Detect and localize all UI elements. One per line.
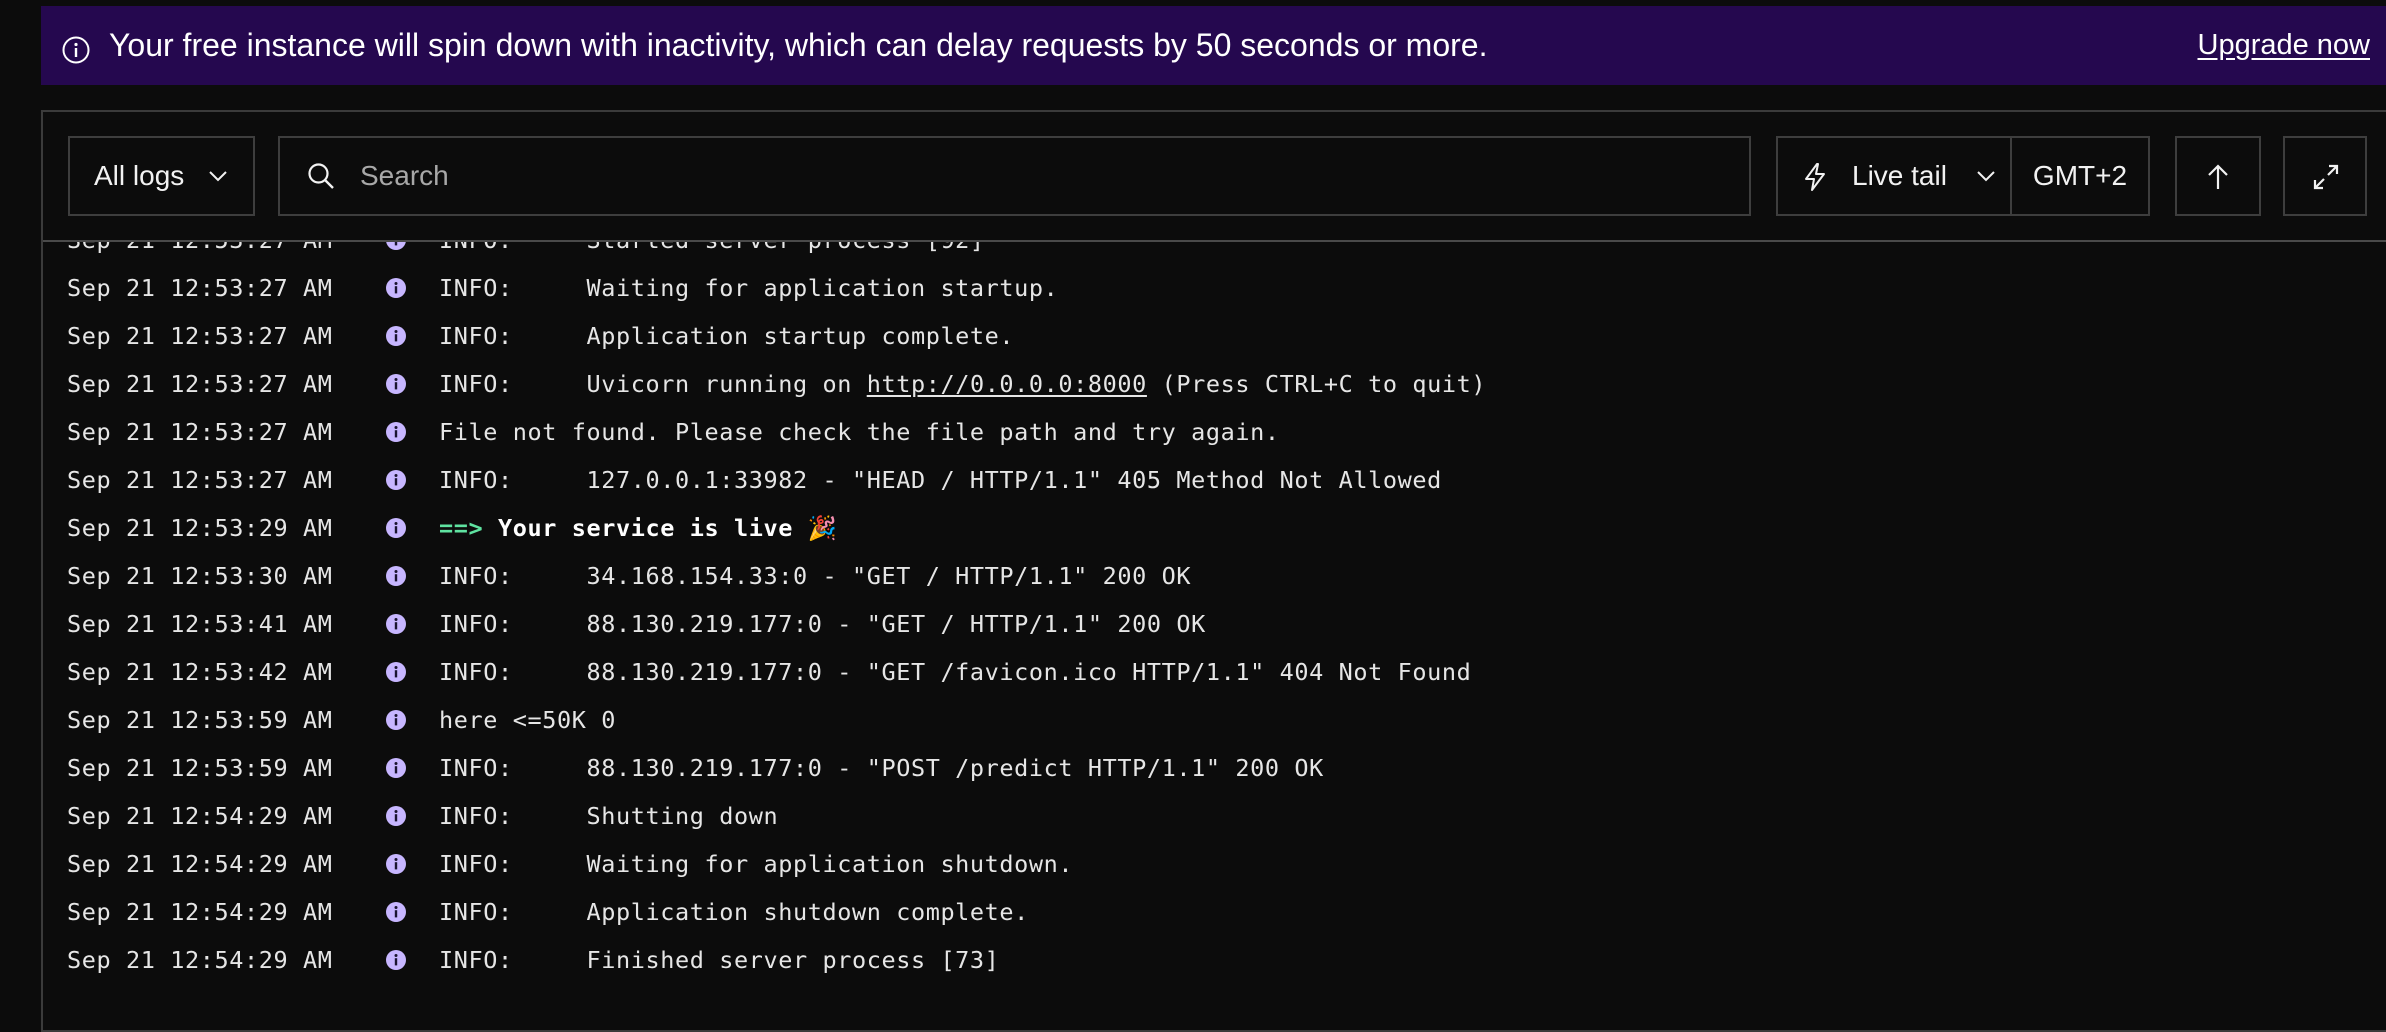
bolt-icon [1805, 163, 1825, 191]
log-timestamp: Sep 21 12:53:29 AM [67, 514, 333, 542]
info-level-icon [385, 661, 407, 683]
log-message: INFO: Finished server process [73] [439, 946, 1000, 974]
expand-icon [2313, 164, 2339, 190]
log-message: here <=50K 0 [439, 706, 616, 734]
info-level-icon [385, 421, 407, 443]
log-row: Sep 21 12:53:27 AM INFO: Uvicorn running … [67, 360, 2367, 408]
log-timestamp: Sep 21 12:53:59 AM [67, 706, 333, 734]
log-message: INFO: Started server process [92] [439, 242, 985, 264]
log-message-text: INFO: Uvicorn running on [439, 370, 867, 398]
log-row: Sep 21 12:54:29 AM INFO: Finished server … [67, 936, 2367, 984]
log-timestamp: Sep 21 12:53:41 AM [67, 610, 333, 638]
log-list[interactable]: Sep 21 12:53:27 AM INFO: Started server p… [43, 242, 2386, 1030]
log-message: INFO: Shutting down [439, 802, 779, 830]
search-box[interactable] [278, 136, 1751, 216]
upgrade-now-link[interactable]: Upgrade now [2198, 6, 2371, 85]
log-timestamp: Sep 21 12:54:29 AM [67, 850, 333, 878]
info-level-icon [385, 277, 407, 299]
info-level-icon [385, 325, 407, 347]
log-timestamp: Sep 21 12:54:29 AM [67, 898, 333, 926]
banner-message: Your free instance will spin down with i… [109, 27, 1488, 63]
info-icon [62, 36, 90, 64]
search-icon [308, 163, 334, 189]
log-message: File not found. Please check the file pa… [439, 418, 1280, 446]
log-message: ==> Your service is live 🎉 [439, 504, 838, 552]
info-level-icon [385, 517, 407, 539]
log-message: INFO: Waiting for application startup. [439, 274, 1059, 302]
info-level-icon [385, 242, 407, 251]
log-message: INFO: 88.130.219.177:0 - "GET /favicon.i… [439, 658, 1472, 686]
info-level-icon [385, 805, 407, 827]
log-message: INFO: 34.168.154.33:0 - "GET / HTTP/1.1"… [439, 562, 1192, 590]
info-level-icon [385, 853, 407, 875]
log-timestamp: Sep 21 12:53:27 AM [67, 322, 333, 350]
logs-panel: All logs Live tail GMT+ [41, 110, 2386, 1032]
live-tail-label: Live tail [1852, 160, 1947, 191]
log-message: INFO: Uvicorn running on http://0.0.0.0:… [439, 360, 1486, 408]
log-row: Sep 21 12:53:42 AM INFO: 88.130.219.177:0… [67, 648, 2367, 696]
log-row: Sep 21 12:53:30 AM INFO: 34.168.154.33:0 … [67, 552, 2367, 600]
log-filter-label: All logs [94, 160, 185, 191]
arrow-up-icon [2208, 164, 2228, 189]
log-row: Sep 21 12:53:41 AM INFO: 88.130.219.177:0… [67, 600, 2367, 648]
info-level-icon [385, 709, 407, 731]
info-level-icon [385, 901, 407, 923]
log-row: Sep 21 12:54:29 AM INFO: Shutting down [67, 792, 2367, 840]
logs-toolbar: All logs Live tail GMT+ [43, 112, 2386, 242]
log-message: INFO: Application startup complete. [439, 322, 1015, 350]
log-timestamp: Sep 21 12:54:29 AM [67, 802, 333, 830]
info-level-icon [385, 565, 407, 587]
log-message: INFO: 88.130.219.177:0 - "GET / HTTP/1.1… [439, 610, 1206, 638]
chevron-down-icon [1977, 171, 1995, 182]
log-row: Sep 21 12:53:59 AM here <=50K 0 [67, 696, 2367, 744]
service-live-message: Your service is live 🎉 [498, 514, 838, 542]
search-input[interactable] [360, 138, 1720, 214]
log-row: Sep 21 12:53:29 AM ==> Your service is li… [67, 504, 2367, 552]
log-row: Sep 21 12:53:27 AM File not found. Please… [67, 408, 2367, 456]
log-timestamp: Sep 21 12:53:59 AM [67, 754, 333, 782]
fullscreen-button[interactable] [2283, 136, 2367, 216]
log-filter-dropdown[interactable]: All logs [68, 136, 255, 216]
log-row: Sep 21 12:54:29 AM INFO: Waiting for appl… [67, 840, 2367, 888]
log-timestamp: Sep 21 12:53:42 AM [67, 658, 333, 686]
log-message: INFO: 88.130.219.177:0 - "POST /predict … [439, 754, 1324, 782]
timezone-button[interactable]: GMT+2 [2012, 138, 2148, 214]
live-tail-group: Live tail GMT+2 [1776, 136, 2150, 216]
log-row: Sep 21 12:53:27 AM INFO: Started server p… [67, 242, 2367, 264]
log-row: Sep 21 12:53:59 AM INFO: 88.130.219.177:0… [67, 744, 2367, 792]
log-timestamp: Sep 21 12:53:27 AM [67, 242, 332, 264]
scroll-to-top-button[interactable] [2175, 136, 2261, 216]
info-level-icon [385, 469, 407, 491]
deploy-arrow: ==> [439, 514, 484, 542]
log-timestamp: Sep 21 12:53:27 AM [67, 466, 333, 494]
info-level-icon [385, 613, 407, 635]
inactivity-banner: Your free instance will spin down with i… [41, 6, 2386, 85]
log-row: Sep 21 12:53:27 AM INFO: Application star… [67, 312, 2367, 360]
info-level-icon [385, 949, 407, 971]
log-timestamp: Sep 21 12:54:29 AM [67, 946, 333, 974]
log-message: INFO: Application shutdown complete. [439, 898, 1029, 926]
log-row: Sep 21 12:53:27 AM INFO: 127.0.0.1:33982 … [67, 456, 2367, 504]
log-message: INFO: 127.0.0.1:33982 - "HEAD / HTTP/1.1… [439, 466, 1442, 494]
info-level-icon [385, 757, 407, 779]
log-url-link[interactable]: http://0.0.0.0:8000 [867, 370, 1147, 398]
live-tail-dropdown[interactable]: Live tail [1778, 138, 2010, 214]
log-timestamp: Sep 21 12:53:27 AM [67, 274, 333, 302]
log-message: INFO: Waiting for application shutdown. [439, 850, 1074, 878]
log-row: Sep 21 12:54:29 AM INFO: Application shut… [67, 888, 2367, 936]
log-timestamp: Sep 21 12:53:27 AM [67, 370, 333, 398]
log-timestamp: Sep 21 12:53:30 AM [67, 562, 333, 590]
chevron-down-icon [209, 171, 227, 182]
log-message-text: (Press CTRL+C to quit) [1146, 370, 1487, 398]
log-timestamp: Sep 21 12:53:27 AM [67, 418, 333, 446]
log-row: Sep 21 12:53:27 AM INFO: Waiting for appl… [67, 264, 2367, 312]
info-level-icon [385, 373, 407, 395]
